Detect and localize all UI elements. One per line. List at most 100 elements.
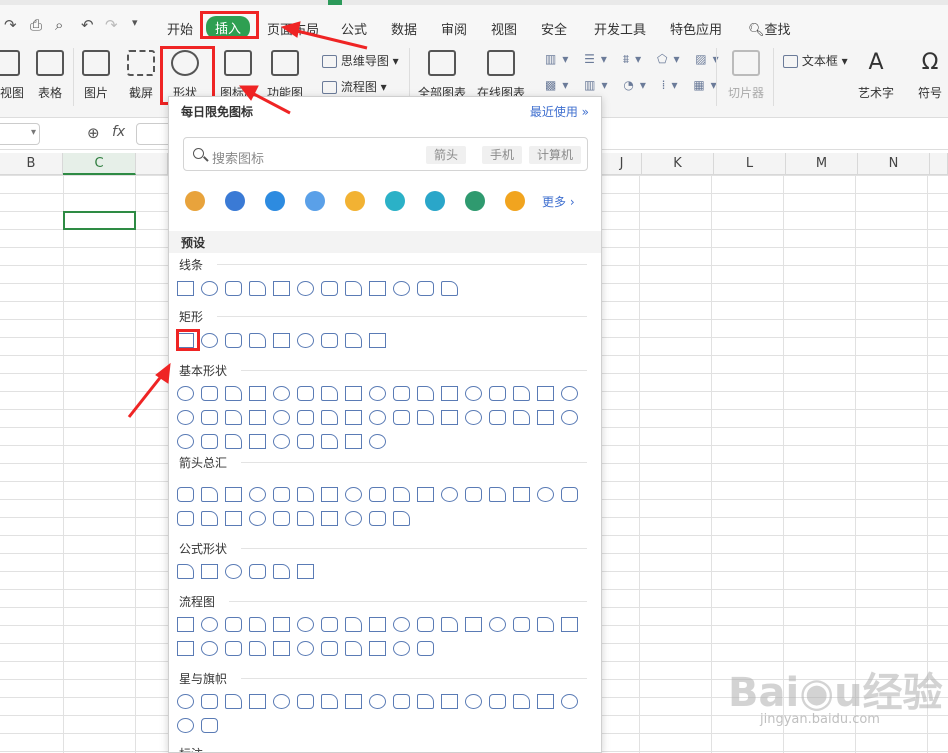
menu-formulas[interactable]: 公式 <box>341 19 367 38</box>
shape-option[interactable] <box>561 410 578 425</box>
shape-option[interactable] <box>201 487 218 502</box>
shape-option[interactable] <box>537 617 554 632</box>
shape-option[interactable] <box>369 281 386 296</box>
shape-option[interactable] <box>249 386 266 401</box>
shape-option[interactable] <box>249 641 266 656</box>
menu-review[interactable]: 审阅 <box>441 19 467 38</box>
shape-option[interactable] <box>201 333 218 348</box>
shape-option[interactable] <box>225 410 242 425</box>
table-button[interactable]: 表格 <box>36 50 64 101</box>
shape-option[interactable] <box>489 617 506 632</box>
column-header-k[interactable]: K <box>642 153 714 175</box>
print-preview-icon[interactable]: ⌕ <box>55 16 63 34</box>
undo-icon[interactable]: ↶ <box>81 16 94 34</box>
shape-option[interactable] <box>249 410 266 425</box>
shape-option[interactable] <box>201 718 218 733</box>
column-header-partial[interactable] <box>930 153 948 175</box>
shape-option[interactable] <box>297 617 314 632</box>
shape-option[interactable] <box>513 386 530 401</box>
daily-icon[interactable] <box>425 191 445 211</box>
shape-option[interactable] <box>345 487 362 502</box>
shape-option[interactable] <box>273 333 290 348</box>
shape-option[interactable] <box>393 694 410 709</box>
shape-option[interactable] <box>201 434 218 449</box>
shape-option[interactable] <box>465 617 482 632</box>
shape-option[interactable] <box>489 410 506 425</box>
shape-option[interactable] <box>537 487 554 502</box>
menu-security[interactable]: 安全 <box>541 19 567 38</box>
shape-option[interactable] <box>321 410 338 425</box>
shape-option[interactable] <box>465 386 482 401</box>
shape-option[interactable] <box>273 386 290 401</box>
shape-option[interactable] <box>225 434 242 449</box>
shape-option[interactable] <box>297 434 314 449</box>
daily-icon[interactable] <box>265 191 285 211</box>
shape-option[interactable] <box>177 718 194 733</box>
shape-option[interactable] <box>345 617 362 632</box>
shape-option[interactable] <box>297 694 314 709</box>
shape-option[interactable] <box>225 333 242 348</box>
shape-option[interactable] <box>441 487 458 502</box>
menu-special[interactable]: 特色应用 <box>670 19 722 38</box>
shape-option[interactable] <box>561 694 578 709</box>
customize-chevron-icon[interactable]: ▾ <box>132 16 138 29</box>
shape-option[interactable] <box>465 487 482 502</box>
shape-option[interactable] <box>225 641 242 656</box>
menu-data[interactable]: 数据 <box>391 19 417 38</box>
shape-option[interactable] <box>321 281 338 296</box>
shape-option[interactable] <box>297 333 314 348</box>
chart-type-row-2[interactable]: ▩▾ ▥▾ ◔▾ ⁞▾ ▦▾ <box>545 78 723 92</box>
shape-option[interactable] <box>393 386 410 401</box>
shape-option[interactable] <box>297 410 314 425</box>
shape-option[interactable] <box>177 641 194 656</box>
shape-option[interactable] <box>273 617 290 632</box>
shape-option[interactable] <box>441 617 458 632</box>
shape-option[interactable] <box>345 694 362 709</box>
flow-chart-button[interactable]: 流程图 ▾ <box>322 78 387 95</box>
menu-home[interactable]: 开始 <box>167 19 193 38</box>
shape-option[interactable] <box>393 511 410 526</box>
shape-option[interactable] <box>537 410 554 425</box>
shape-option[interactable] <box>297 641 314 656</box>
shape-option[interactable] <box>273 281 290 296</box>
shape-option[interactable] <box>273 694 290 709</box>
shape-option[interactable] <box>297 487 314 502</box>
column-header-n[interactable]: N <box>858 153 930 175</box>
shape-option[interactable] <box>177 694 194 709</box>
shape-option[interactable] <box>321 386 338 401</box>
tag-phone[interactable]: 手机 <box>482 146 523 164</box>
shape-option[interactable] <box>321 511 338 526</box>
shape-option[interactable] <box>225 386 242 401</box>
shape-option[interactable] <box>201 386 218 401</box>
shape-option[interactable] <box>177 564 194 579</box>
shape-option[interactable] <box>561 386 578 401</box>
shape-option[interactable] <box>225 617 242 632</box>
shape-option[interactable] <box>441 410 458 425</box>
shape-option[interactable] <box>393 281 410 296</box>
daily-icon[interactable] <box>305 191 325 211</box>
icon-library-button[interactable]: 图标库 <box>220 50 256 101</box>
shape-option[interactable] <box>561 617 578 632</box>
shape-option[interactable] <box>201 511 218 526</box>
shape-option[interactable] <box>345 281 362 296</box>
mind-map-button[interactable]: 思维导图 ▾ <box>322 52 399 69</box>
column-header-b[interactable]: B <box>0 153 63 175</box>
shape-option[interactable] <box>489 386 506 401</box>
name-box[interactable]: ▾ <box>0 123 40 145</box>
text-box-button[interactable]: 文本框 ▾ <box>783 52 848 69</box>
shape-option[interactable] <box>369 617 386 632</box>
more-icons-link[interactable]: 更多 › <box>542 193 575 210</box>
shape-option[interactable] <box>441 281 458 296</box>
online-charts-button[interactable]: 在线图表 <box>477 50 525 101</box>
shape-option[interactable] <box>321 487 338 502</box>
shape-option[interactable] <box>465 694 482 709</box>
shape-option[interactable] <box>417 641 434 656</box>
shape-option[interactable] <box>249 487 266 502</box>
tag-computer[interactable]: 计算机 <box>529 146 582 164</box>
shape-option[interactable] <box>177 434 194 449</box>
menu-developer[interactable]: 开发工具 <box>594 19 646 38</box>
shape-option[interactable] <box>345 333 362 348</box>
shape-option[interactable] <box>225 487 242 502</box>
shape-option[interactable] <box>417 281 434 296</box>
shape-option[interactable] <box>177 410 194 425</box>
